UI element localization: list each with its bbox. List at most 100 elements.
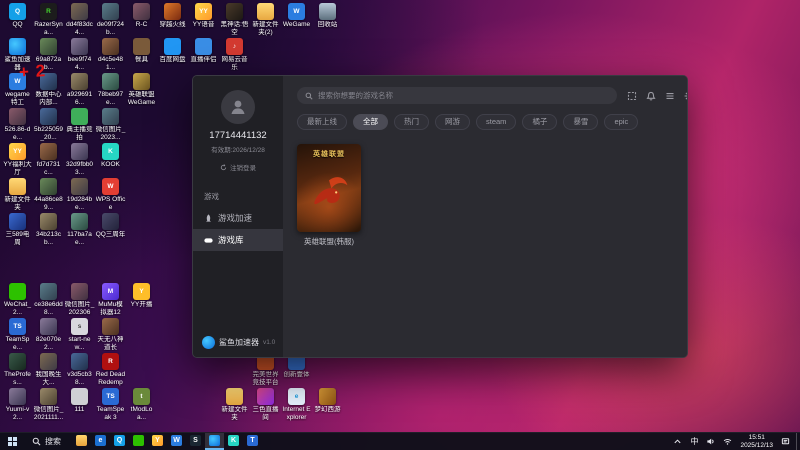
- desktop-icon[interactable]: R Red Dead Redempt...: [95, 352, 126, 387]
- desktop-icon-label: ce38e6dd8...: [34, 301, 63, 316]
- desktop-icon[interactable]: 19d284be...: [64, 177, 95, 212]
- notification-icon[interactable]: [646, 91, 656, 101]
- taskbar-app-button[interactable]: Y: [148, 433, 167, 450]
- taskbar-app-button[interactable]: [72, 433, 91, 450]
- capture-icon[interactable]: [627, 91, 637, 101]
- desktop-icon[interactable]: 百度网盘: [157, 37, 188, 72]
- filter-tab[interactable]: 橘子: [522, 114, 558, 130]
- desktop-icon[interactable]: 微信图片_2021111...: [33, 387, 64, 422]
- filter-tab[interactable]: steam: [476, 114, 517, 130]
- taskbar-app-button[interactable]: [205, 433, 224, 450]
- desktop-icon[interactable]: e Internet Explorer: [281, 387, 312, 422]
- desktop-icon[interactable]: 新建文件夹(2): [250, 2, 281, 37]
- filter-tab[interactable]: 最新上线: [297, 114, 347, 130]
- settings-icon[interactable]: [684, 91, 687, 101]
- logout-button[interactable]: 注销登录: [193, 162, 283, 172]
- desktop-icon[interactable]: TS TeamSpe...: [2, 317, 33, 352]
- desktop-icon[interactable]: 天无八神道长: [95, 317, 126, 352]
- taskbar-app-button[interactable]: Q: [110, 433, 129, 450]
- ime-indicator[interactable]: 中: [690, 436, 698, 447]
- desktop-icon[interactable]: s start-new...: [64, 317, 95, 352]
- desktop-icon[interactable]: 穿越火线: [157, 2, 188, 37]
- sidebar-item-game-library[interactable]: 游戏库: [193, 229, 283, 251]
- desktop-icon[interactable]: 111: [64, 387, 95, 422]
- desktop-icon[interactable]: 英雄联盟WeGame: [126, 72, 157, 107]
- desktop-icon[interactable]: 5b225059_20...: [33, 107, 64, 142]
- desktop-icon[interactable]: 34b213cb...: [33, 212, 64, 247]
- desktop-icon[interactable]: M MuMu模拟器12: [95, 282, 126, 317]
- desktop-icon[interactable]: fd7d731c...: [33, 142, 64, 177]
- game-card[interactable]: 英雄联盟 英雄联盟(韩服): [297, 143, 361, 351]
- desktop-icon[interactable]: de09f724b...: [95, 2, 126, 37]
- desktop-icon[interactable]: 526.86-de...: [2, 107, 33, 142]
- menu-icon[interactable]: [665, 91, 675, 101]
- taskbar-search[interactable]: 搜索: [24, 433, 69, 450]
- desktop-icon[interactable]: W WPS Office: [95, 177, 126, 212]
- filter-tab[interactable]: 网游: [435, 114, 470, 130]
- desktop-icon[interactable]: 78beb97e...: [95, 72, 126, 107]
- desktop-icon[interactable]: 三色直播间: [250, 387, 281, 422]
- desktop-icon[interactable]: 117ba7ae...: [64, 212, 95, 247]
- taskbar-app-button[interactable]: T: [243, 433, 262, 450]
- desktop-icon[interactable]: R-C: [126, 2, 157, 37]
- desktop-icon[interactable]: 新建文件夹: [2, 177, 33, 212]
- desktop-icon[interactable]: ♪ 网易云音乐: [219, 37, 250, 72]
- volume-icon[interactable]: [706, 437, 715, 446]
- network-icon[interactable]: [723, 437, 732, 446]
- desktop-icon[interactable]: 典主播竞拍: [64, 107, 95, 142]
- desktop-icon[interactable]: Q QQ: [2, 2, 33, 37]
- desktop-icon[interactable]: YY YY语音: [188, 2, 219, 37]
- desktop-icon-image: Y: [133, 283, 150, 300]
- desktop-icon[interactable]: 82e070e2...: [33, 317, 64, 352]
- desktop-icon[interactable]: R RazerSyna...: [33, 2, 64, 37]
- taskbar-clock[interactable]: 15:51 2025/12/13: [740, 434, 773, 449]
- desktop-icon[interactable]: 梦幻西游: [312, 387, 343, 422]
- desktop-icon[interactable]: Yuumi-v2...: [2, 387, 33, 422]
- desktop-icon[interactable]: K KOOK: [95, 142, 126, 177]
- desktop-icon[interactable]: WeChat_2...: [2, 282, 33, 317]
- chevron-up-icon[interactable]: [673, 437, 682, 446]
- desktop-icon[interactable]: 32d9fbb03...: [64, 142, 95, 177]
- taskbar-app-button[interactable]: S: [186, 433, 205, 450]
- desktop-icon[interactable]: a9296916...: [64, 72, 95, 107]
- filter-tab[interactable]: 热门: [394, 114, 429, 130]
- taskbar-app-button[interactable]: W: [167, 433, 186, 450]
- desktop-icon[interactable]: YY YY福利大厅: [2, 142, 33, 177]
- search-input[interactable]: [318, 91, 609, 100]
- desktop-icon-label: 34b213cb...: [36, 231, 61, 246]
- desktop-icon[interactable]: ce38e6dd8...: [33, 282, 64, 317]
- filter-tab[interactable]: 全部: [353, 114, 388, 130]
- desktop-icon[interactable]: 新建文件夹: [219, 387, 250, 422]
- desktop-icon[interactable]: TheProfes...: [2, 352, 33, 387]
- desktop-icon-image: [9, 38, 26, 55]
- action-center-icon[interactable]: [781, 437, 790, 446]
- desktop-icon[interactable]: bee9f744...: [64, 37, 95, 72]
- desktop-icon[interactable]: d4c5e481...: [95, 37, 126, 72]
- game-search-bar[interactable]: [297, 87, 617, 104]
- desktop-icon[interactable]: 44a86ce89...: [33, 177, 64, 212]
- desktop-icon[interactable]: W WeGame: [281, 2, 312, 37]
- desktop-icon[interactable]: 微信图片_2023060...: [64, 282, 95, 317]
- desktop-icon[interactable]: 直播伴侣: [188, 37, 219, 72]
- desktop-icon-image: [9, 388, 26, 405]
- taskbar-app-button[interactable]: [129, 433, 148, 450]
- desktop-icon[interactable]: dd4f83dc4...: [64, 2, 95, 37]
- desktop-icon[interactable]: 我国晚生大...: [33, 352, 64, 387]
- desktop-icon[interactable]: 微信图片_2023...: [95, 107, 126, 142]
- desktop-icon[interactable]: QQ三周年: [95, 212, 126, 247]
- desktop-icon[interactable]: TS TeamSpeak 3: [95, 387, 126, 422]
- filter-tab[interactable]: epic: [604, 114, 639, 130]
- taskbar-app-button[interactable]: e: [91, 433, 110, 450]
- desktop-icon[interactable]: 餐具: [126, 37, 157, 72]
- desktop-icon[interactable]: 黑神话:悟空: [219, 2, 250, 37]
- taskbar-app-button[interactable]: K: [224, 433, 243, 450]
- desktop-icon[interactable]: t tModLoa...: [126, 387, 157, 422]
- start-button[interactable]: [0, 433, 24, 450]
- desktop-icon[interactable]: v3d5cb38...: [64, 352, 95, 387]
- filter-tab[interactable]: 暴雪: [563, 114, 599, 130]
- desktop-icon[interactable]: 三589电周: [2, 212, 33, 247]
- sidebar-item-game-boost[interactable]: 游戏加速: [193, 207, 283, 229]
- desktop-icon[interactable]: Y YY开播: [126, 282, 157, 317]
- show-desktop-button[interactable]: [796, 433, 800, 450]
- desktop-icon[interactable]: 回收站: [312, 2, 343, 37]
